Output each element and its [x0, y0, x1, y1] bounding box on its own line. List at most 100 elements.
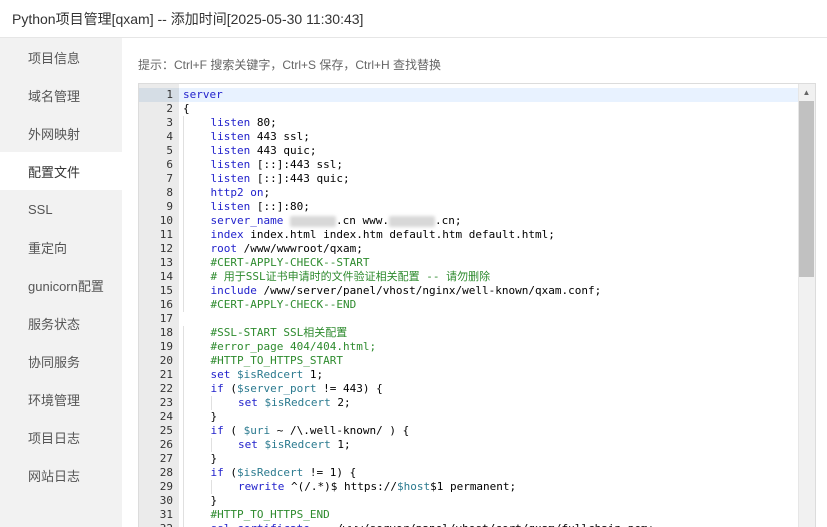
code-line: 6 listen [::]:443 ssl; — [139, 158, 799, 172]
code-line: 7 listen [::]:443 quic; — [139, 172, 799, 186]
scroll-thumb[interactable] — [799, 101, 814, 277]
line-number: 9 — [166, 200, 173, 213]
line-code: listen 443 quic; — [179, 144, 799, 158]
code-line: 1 server — [139, 88, 799, 102]
code-line: 22 if ($server_port != 443) { — [139, 382, 799, 396]
code-line: 19 #error_page 404/404.html; — [139, 340, 799, 354]
sidebar-item[interactable]: gunicorn配置 — [0, 266, 122, 304]
code-line: 5 listen 443 quic; — [139, 144, 799, 158]
code-line: 13 #CERT-APPLY-CHECK--START — [139, 256, 799, 270]
line-code: set $isRedcert 2; — [179, 396, 799, 410]
line-number: 18 — [159, 326, 173, 339]
line-number: 31 — [159, 508, 173, 521]
line-code: include /www/server/panel/vhost/nginx/we… — [179, 284, 799, 298]
line-code: root /www/wwwroot/qxam; — [179, 242, 799, 256]
code-line: 32 ssl_certificate /www/server/panel/vho… — [139, 522, 799, 527]
sidebar-item[interactable]: 环境管理 — [0, 380, 122, 418]
code-line: 25 if ( $uri ~ /\.well-known/ ) { — [139, 424, 799, 438]
code-line: 4 listen 443 ssl; — [139, 130, 799, 144]
config-editor[interactable]: 1 server 2{3 listen 80; 4 listen 443 ssl; 5 … — [138, 83, 816, 527]
sidebar-item[interactable]: 协同服务 — [0, 342, 122, 380]
line-code: index index.html index.htm default.htm d… — [179, 228, 799, 242]
code-line: 24 } — [139, 410, 799, 424]
line-code: if ( $uri ~ /\.well-known/ ) { — [179, 424, 799, 438]
line-code: listen [::]:443 quic; — [179, 172, 799, 186]
line-code: # 用于SSL证书申请时的文件验证相关配置 -- 请勿删除 — [179, 270, 799, 284]
code-line: 15 include /www/server/panel/vhost/nginx… — [139, 284, 799, 298]
line-number: 17 — [159, 312, 173, 325]
line-number: 29 — [159, 480, 173, 493]
line-number: 13 — [159, 256, 173, 269]
code-line: 2{ — [139, 102, 799, 116]
line-code: #SSL-START SSL相关配置 — [179, 326, 799, 340]
line-number: 25 — [159, 424, 173, 437]
code-line: 21 set $isRedcert 1; — [139, 368, 799, 382]
line-number: 7 — [166, 172, 173, 185]
line-number: 11 — [159, 228, 173, 241]
sidebar-item[interactable]: 网站日志 — [0, 456, 122, 494]
line-code: #CERT-APPLY-CHECK--END — [179, 298, 799, 312]
sidebar-item[interactable]: SSL — [0, 190, 122, 228]
code-line: 26 set $isRedcert 1; — [139, 438, 799, 452]
code-line: 17 — [139, 312, 799, 326]
code-line: 28 if ($isRedcert != 1) { — [139, 466, 799, 480]
line-code: #HTTP_TO_HTTPS_START — [179, 354, 799, 368]
line-code: #error_page 404/404.html; — [179, 340, 799, 354]
editor-hint: 提示：Ctrl+F 搜索关键字，Ctrl+S 保存，Ctrl+H 查找替换 — [138, 58, 442, 72]
line-code: http2 on; — [179, 186, 799, 200]
code-line: 11 index index.html index.htm default.ht… — [139, 228, 799, 242]
sidebar-item[interactable]: 配置文件 — [0, 152, 122, 190]
line-code: #HTTP_TO_HTTPS_END — [179, 508, 799, 522]
line-code: rewrite ^(/.*)$ https://$host$1 permanen… — [179, 480, 799, 494]
code-line: 18 #SSL-START SSL相关配置 — [139, 326, 799, 340]
code-line: 3 listen 80; — [139, 116, 799, 130]
line-number: 2 — [166, 102, 173, 115]
line-code: set $isRedcert 1; — [179, 438, 799, 452]
line-number: 24 — [159, 410, 173, 423]
code-area[interactable]: 1 server 2{3 listen 80; 4 listen 443 ssl; 5 … — [139, 88, 799, 527]
sidebar-item[interactable]: 项目日志 — [0, 418, 122, 456]
line-code: } — [179, 452, 799, 466]
line-code: listen 80; — [179, 116, 799, 130]
line-number: 16 — [159, 298, 173, 311]
scroll-up-arrow-icon[interactable]: ▲ — [798, 84, 815, 100]
line-code: listen [::]:80; — [179, 200, 799, 214]
line-code: { — [183, 102, 190, 115]
line-number: 28 — [159, 466, 173, 479]
line-number: 14 — [159, 270, 173, 283]
line-number: 23 — [159, 396, 173, 409]
main-panel: 提示：Ctrl+F 搜索关键字，Ctrl+S 保存，Ctrl+H 查找替换 1s… — [122, 38, 827, 527]
sidebar-item[interactable]: 重定向 — [0, 228, 122, 266]
line-number: 1 — [139, 88, 179, 102]
code-line: 8 http2 on; — [139, 186, 799, 200]
line-number: 20 — [159, 354, 173, 367]
line-number: 3 — [166, 116, 173, 129]
sidebar-item[interactable]: 服务状态 — [0, 304, 122, 342]
code-line: 14 # 用于SSL证书申请时的文件验证相关配置 -- 请勿删除 — [139, 270, 799, 284]
code-line: 20 #HTTP_TO_HTTPS_START — [139, 354, 799, 368]
line-number: 6 — [166, 158, 173, 171]
code-line: 31 #HTTP_TO_HTTPS_END — [139, 508, 799, 522]
line-code: } — [179, 494, 799, 508]
code-line: 12 root /www/wwwroot/qxam; — [139, 242, 799, 256]
line-number: 5 — [166, 144, 173, 157]
sidebar-item[interactable]: 外网映射 — [0, 114, 122, 152]
line-number: 19 — [159, 340, 173, 353]
sidebar-item[interactable]: 项目信息 — [0, 38, 122, 76]
line-number: 30 — [159, 494, 173, 507]
line-number: 10 — [159, 214, 173, 227]
line-number: 4 — [166, 130, 173, 143]
line-code: server_name .cn www. .cn; — [179, 214, 799, 228]
sidebar-item[interactable]: 域名管理 — [0, 76, 122, 114]
line-code: if ($server_port != 443) { — [179, 382, 799, 396]
code-line: 29 rewrite ^(/.*)$ https://$host$1 perma… — [139, 480, 799, 494]
line-code: server — [183, 88, 223, 101]
line-code: } — [179, 410, 799, 424]
line-code: if ($isRedcert != 1) { — [179, 466, 799, 480]
line-code: set $isRedcert 1; — [179, 368, 799, 382]
line-number: 21 — [159, 368, 173, 381]
window-title: Python项目管理[qxam] -- 添加时间[2025-05-30 11:3… — [0, 0, 827, 38]
code-line: 30 } — [139, 494, 799, 508]
line-number: 26 — [159, 438, 173, 451]
